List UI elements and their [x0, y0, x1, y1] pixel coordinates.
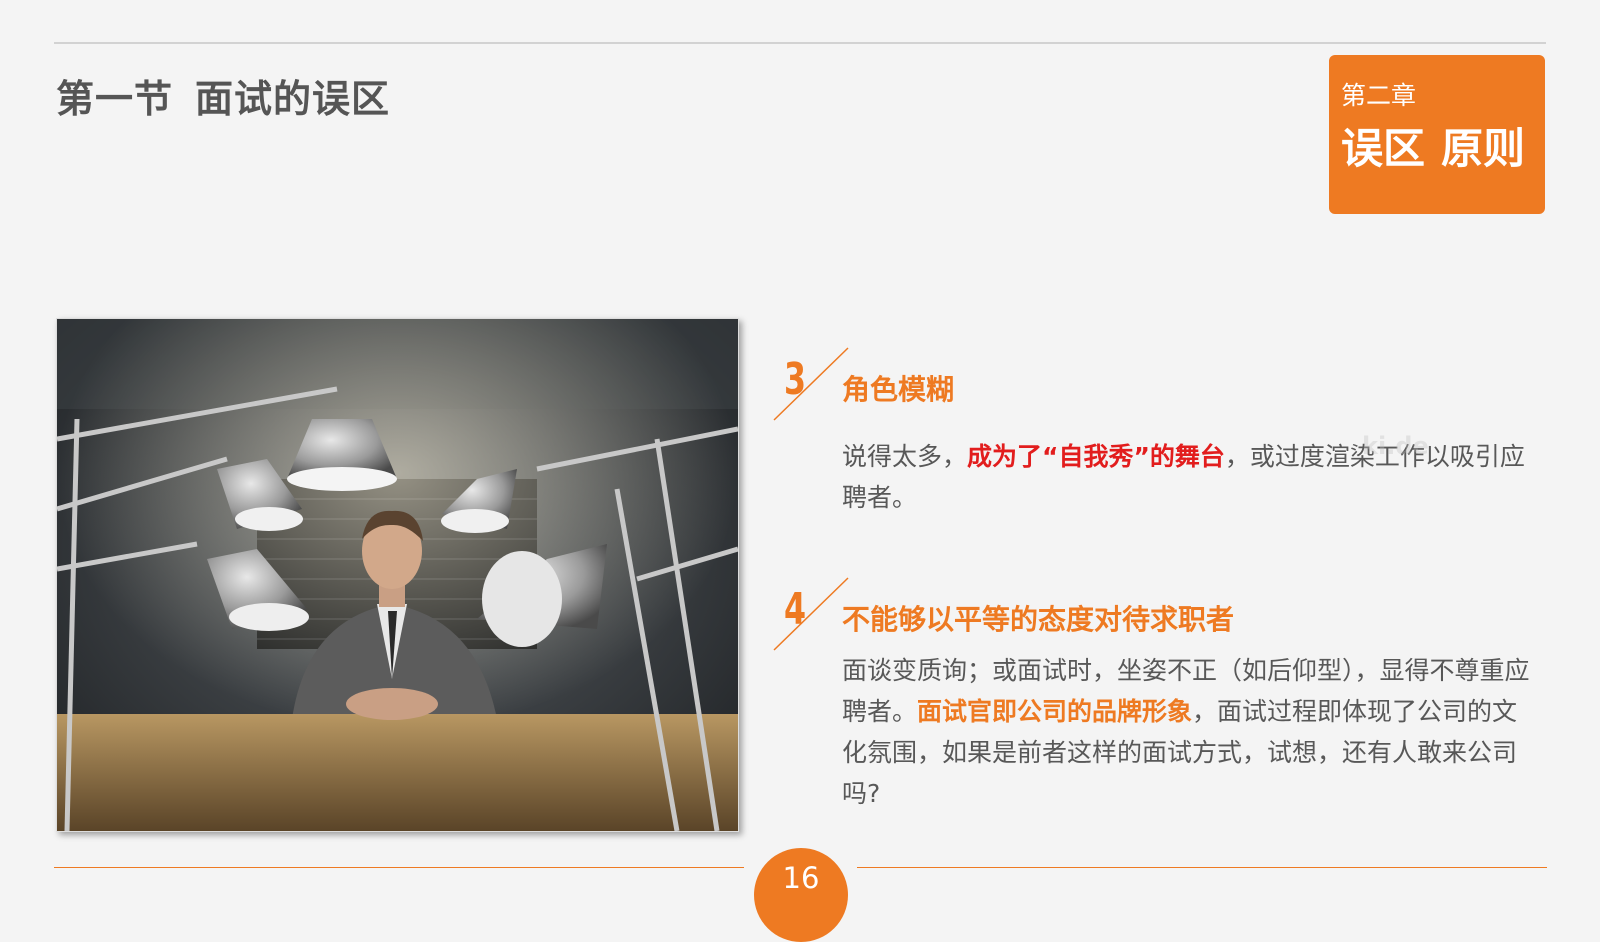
section-label: 第一节 — [56, 77, 174, 121]
bottom-divider-right — [857, 867, 1547, 868]
section-title: 面试的误区 — [195, 77, 391, 121]
point-3-text-part-1: 说得太多， — [842, 442, 968, 471]
point-3-text: 说得太多，成为了“自我秀”的舞台，或过度渲染工作以吸引应聘者。 — [842, 436, 1542, 518]
point-3-highlight: 成为了“自我秀”的舞台 — [967, 442, 1225, 471]
point-3-slash — [773, 347, 849, 421]
chapter-title-part-1: 误区 — [1341, 124, 1426, 173]
point-4-heading: 不能够以平等的态度对待求职者 — [842, 603, 1235, 636]
chapter-title-part-2: 原则 — [1441, 124, 1526, 173]
page-title: 第一节 面试的误区 — [56, 68, 390, 123]
interview-illustration — [57, 319, 738, 831]
page-number-badge: 16 — [754, 848, 848, 942]
point-4-slash — [773, 577, 849, 651]
chapter-title: 误区 原则 — [1341, 115, 1525, 176]
chapter-badge: 第二章 误区 原则 — [1329, 55, 1545, 214]
page-number: 16 — [782, 861, 820, 895]
point-3-heading: 角色模糊 — [842, 373, 955, 406]
chapter-label: 第二章 — [1341, 81, 1417, 110]
top-divider — [54, 42, 1546, 44]
watermark: ki.de — [1362, 432, 1429, 460]
point-4-highlight: 面试官即公司的品牌形象 — [917, 697, 1193, 726]
point-4-text: 面谈变质询；或面试时，坐姿不正（如后仰型），显得不尊重应聘者。面试官即公司的品牌… — [842, 650, 1542, 814]
bottom-divider-left — [54, 867, 744, 868]
interview-photo — [56, 318, 739, 832]
